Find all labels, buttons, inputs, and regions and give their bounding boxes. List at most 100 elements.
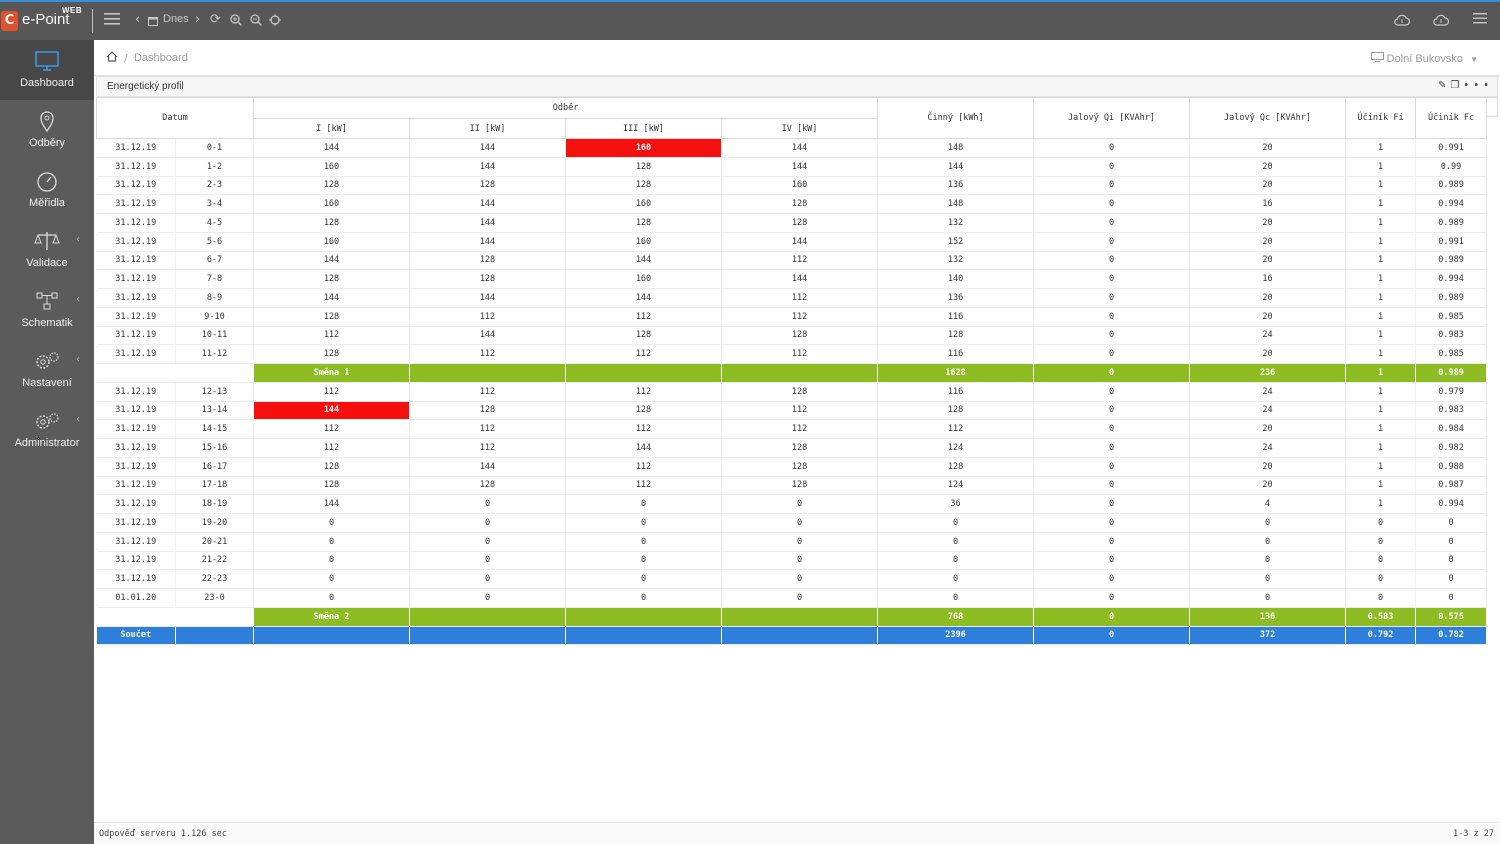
- sidebar-item-schematik[interactable]: ‹ Schematik: [0, 280, 94, 340]
- table-cell: 144: [409, 457, 566, 477]
- table-cell: 144: [409, 213, 566, 233]
- table-row[interactable]: 31.12.19 17-18 128 128 112 128 124 0 20 1 0.987: [96, 476, 1488, 496]
- sidebar-item-administrator[interactable]: ‹ Administrator: [0, 400, 94, 460]
- table-cell: 144: [721, 232, 879, 252]
- table-cell: 128: [253, 176, 410, 196]
- table-row[interactable]: 31.12.19 4-5 128 144 128 128 132 0 20 1 0.989: [96, 213, 1488, 233]
- app-logo[interactable]: C e-Point WEB: [0, 2, 92, 40]
- table-cell: 128: [877, 401, 1035, 421]
- table-row[interactable]: 31.12.19 13-14 144 128 128 112 128 0 24 1 0.983: [96, 401, 1488, 421]
- home-icon[interactable]: [106, 51, 118, 65]
- sidebar-item-dashboard[interactable]: Dashboard: [0, 40, 94, 100]
- table-cell: 0: [253, 588, 410, 608]
- table-cell: 1: [1345, 269, 1417, 289]
- sidebar-item-label: Měřidla: [28, 197, 66, 209]
- table-row[interactable]: 31.12.19 20-21 0 0 0 0 0 0 0 0 0: [96, 532, 1488, 552]
- sidebar-item-nastaveni[interactable]: ‹ Nastavení: [0, 340, 94, 400]
- table-cell: 0: [565, 569, 722, 589]
- table-cell: 136: [877, 176, 1035, 196]
- table-cell: 0: [565, 494, 722, 514]
- table-cell: 31.12.19: [96, 438, 176, 458]
- refresh-icon[interactable]: ⟳: [210, 12, 221, 28]
- pin-icon[interactable]: ✎: [1438, 80, 1450, 91]
- table-row[interactable]: 31.12.19 6-7 144 128 144 112 132 0 20 1 0.989: [96, 251, 1488, 271]
- table-row[interactable]: 31.12.19 8-9 144 144 144 112 136 0 20 1 0.989: [96, 288, 1488, 308]
- total-row[interactable]: Součet 2396 0 372 0.792 0.782: [96, 626, 1488, 646]
- table-row[interactable]: 01.01.20 23-0 0 0 0 0 0 0 0 0 0: [96, 588, 1488, 608]
- table-row[interactable]: 31.12.19 18-19 144 0 0 0 36 0 4 1 0.994: [96, 494, 1488, 514]
- table-cell: [409, 607, 566, 627]
- table-row[interactable]: 31.12.19 15-16 112 112 144 128 124 0 24 1 0.982: [96, 438, 1488, 458]
- hamburger-menu-icon[interactable]: [104, 12, 120, 31]
- window-icon[interactable]: ❐: [1450, 80, 1463, 91]
- table-cell: 128: [409, 401, 566, 421]
- crosshair-icon[interactable]: [269, 14, 281, 31]
- menu-icon[interactable]: [1473, 12, 1487, 29]
- zoom-in-icon[interactable]: [230, 14, 242, 31]
- table-cell: 0.991: [1415, 138, 1488, 158]
- table-row[interactable]: 31.12.19 21-22 0 0 0 0 0 0 0 0 0: [96, 551, 1488, 571]
- scrollbar-header-stub: [1486, 97, 1498, 117]
- column-header-ucinik-fc[interactable]: Účiník Fc: [1415, 97, 1488, 139]
- more-icon[interactable]: •••: [1463, 80, 1493, 91]
- today-button[interactable]: Dnes: [163, 13, 189, 25]
- sidebar-item-odbery[interactable]: Odběry: [0, 100, 94, 160]
- table-row[interactable]: 31.12.19 1-2 160 144 128 144 144 0 20 1 0.99: [96, 157, 1488, 177]
- table-cell: 0: [1033, 138, 1191, 158]
- table-cell: 16: [1189, 194, 1347, 214]
- table-cell: 1: [1345, 138, 1417, 158]
- zoom-out-icon[interactable]: [250, 14, 262, 31]
- table-cell: 128: [721, 326, 879, 346]
- table-cell: 0: [1415, 532, 1488, 552]
- table-cell: 0: [1033, 288, 1191, 308]
- table-cell: [175, 363, 254, 383]
- shift-summary-row[interactable]: Směna 1 1628 0 236 1 0.989: [96, 363, 1488, 383]
- chevron-right-icon[interactable]: ›: [195, 12, 200, 28]
- column-header-iv-kw[interactable]: IV [kW]: [720, 118, 879, 139]
- chevron-left-icon[interactable]: ‹: [135, 12, 140, 28]
- table-cell: 0: [409, 551, 566, 571]
- table-cell: 17-18: [175, 476, 254, 496]
- table-row[interactable]: 31.12.19 7-8 128 128 160 144 140 0 16 1 0.994: [96, 269, 1488, 289]
- cloud-download-icon[interactable]: [1394, 14, 1411, 31]
- table-cell: 144: [253, 251, 410, 271]
- table-cell: 2396: [877, 626, 1035, 646]
- table-cell: 0.989: [1415, 288, 1488, 308]
- cloud-upload-icon[interactable]: [1433, 14, 1450, 31]
- table-cell: 0.99: [1415, 157, 1488, 177]
- column-header-jalovy-qi[interactable]: Jalový Qi [KVAhr]: [1033, 97, 1191, 139]
- table-row[interactable]: 31.12.19 0-1 144 144 160 144 148 0 20 1 0.991: [96, 138, 1488, 158]
- table-row[interactable]: 31.12.19 5-6 160 144 160 144 152 0 20 1 0.991: [96, 232, 1488, 252]
- table-cell: 128: [565, 157, 722, 177]
- column-header-i-kw[interactable]: I [kW]: [253, 118, 410, 139]
- table-row[interactable]: 31.12.19 9-10 128 112 112 112 116 0 20 1 0.985: [96, 307, 1488, 327]
- column-header-jalovy-qc[interactable]: Jalový Qc [KVAhr]: [1189, 97, 1347, 139]
- location-selector[interactable]: Dolní Bukovsko ▼: [1370, 52, 1478, 65]
- table-row[interactable]: 31.12.19 10-11 112 144 128 128 128 0 24 1 0.983: [96, 326, 1488, 346]
- table-cell: 31.12.19: [96, 344, 176, 364]
- table-cell: 144: [409, 157, 566, 177]
- column-header-datum[interactable]: Datum: [96, 97, 254, 139]
- table-row[interactable]: 31.12.19 3-4 160 144 160 128 148 0 16 1 0.994: [96, 194, 1488, 214]
- table-row[interactable]: 31.12.19 2-3 128 128 128 160 136 0 20 1 0.989: [96, 176, 1488, 196]
- table-cell: 144: [253, 288, 410, 308]
- table-row[interactable]: 31.12.19 19-20 0 0 0 0 0 0 0 0 0: [96, 513, 1488, 533]
- column-header-ucinik-fi[interactable]: Účiník Fi: [1345, 97, 1417, 139]
- table-cell: 1: [1345, 251, 1417, 271]
- table-cell: 128: [565, 213, 722, 233]
- table-cell: 128: [565, 176, 722, 196]
- table-row[interactable]: 31.12.19 11-12 128 112 112 112 116 0 20 1 0.985: [96, 344, 1488, 364]
- shift-summary-row[interactable]: Směna 2 768 0 136 0.583 0.575: [96, 607, 1488, 627]
- column-header-ii-kw[interactable]: II [kW]: [409, 118, 566, 139]
- table-cell: 144: [565, 438, 722, 458]
- column-header-cinny[interactable]: Činný [kWh]: [877, 97, 1035, 139]
- table-row[interactable]: 31.12.19 22-23 0 0 0 0 0 0 0 0 0: [96, 569, 1488, 589]
- table-row[interactable]: 31.12.19 12-13 112 112 112 128 116 0 24 1 0.979: [96, 382, 1488, 402]
- table-cell: 144: [409, 232, 566, 252]
- table-row[interactable]: 31.12.19 14-15 112 112 112 112 112 0 20 1 0.984: [96, 419, 1488, 439]
- table-cell: 0: [565, 532, 722, 552]
- sidebar-item-validace[interactable]: ‹ Validace: [0, 220, 94, 280]
- table-row[interactable]: 31.12.19 16-17 128 144 112 128 128 0 20 1 0.988: [96, 457, 1488, 477]
- column-header-iii-kw[interactable]: III [kW]: [565, 118, 722, 139]
- sidebar-item-meridla[interactable]: Měřidla: [0, 160, 94, 220]
